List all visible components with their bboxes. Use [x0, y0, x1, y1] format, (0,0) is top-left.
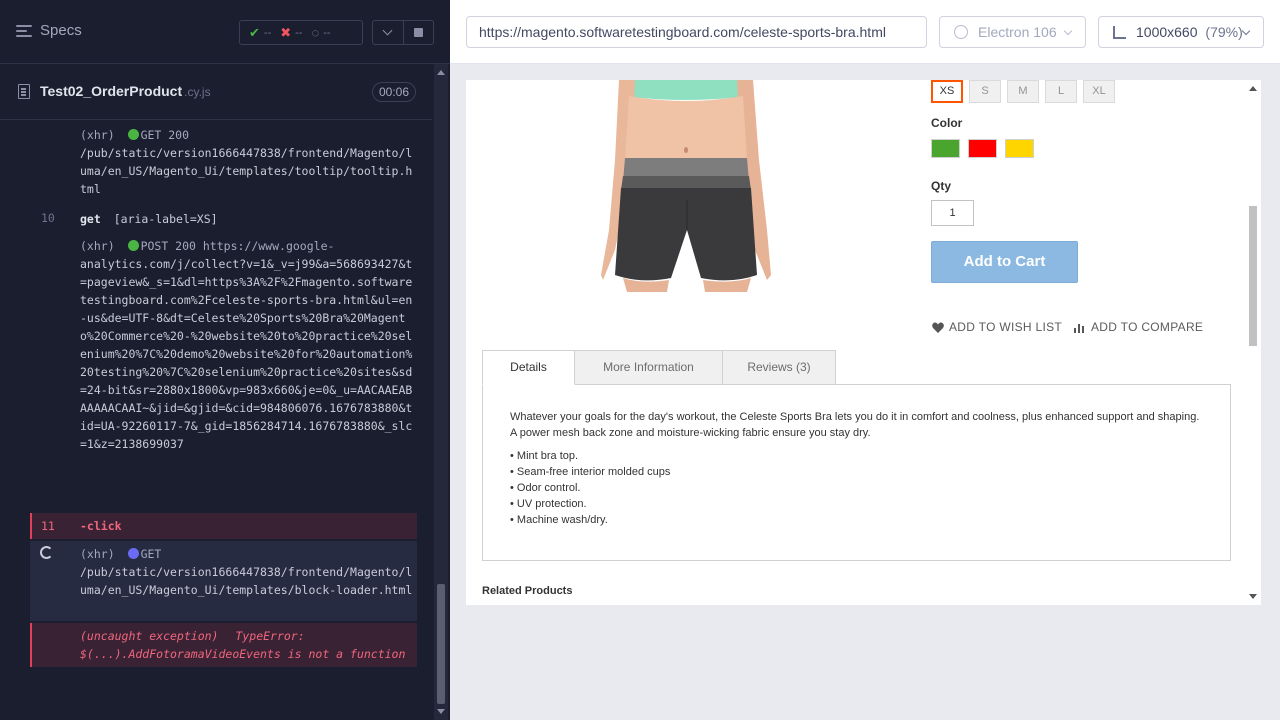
product-description: Whatever your goals for the day's workou…: [510, 411, 1200, 439]
xhr-url: /pub/static/version1666447838/frontend/M…: [80, 565, 413, 597]
error-type: TypeError:: [235, 629, 305, 643]
ruler-icon: [1113, 26, 1126, 39]
reporter-scrollbar[interactable]: [434, 64, 448, 720]
aut-header: https://magento.softwaretestingboard.com…: [450, 0, 1280, 64]
spec-name: Test02_OrderProduct .cy.js: [40, 83, 211, 99]
passed-count: --: [263, 26, 272, 39]
details-panel: Whatever your goals for the day's workou…: [482, 384, 1231, 561]
color-swatch-yellow[interactable]: [1005, 139, 1034, 158]
url-bar[interactable]: https://magento.softwaretestingboard.com…: [466, 16, 927, 48]
feature-item: • Mint bra top.: [510, 450, 579, 462]
x-icon: ✖: [280, 24, 292, 40]
aut-iframe: XS S M L XL Color Qty 1 Add to Cart ADD …: [466, 80, 1261, 605]
electron-icon: [954, 25, 968, 39]
spec-duration: 00:06: [371, 82, 416, 102]
command-click-failed[interactable]: 11 -click: [30, 513, 417, 539]
zoom-level: (79%): [1205, 24, 1243, 40]
command-log: (xhr) GET 200 /pub/static/version1666447…: [0, 120, 432, 680]
specs-button[interactable]: Specs: [16, 22, 82, 39]
compare-label: ADD TO COMPARE: [1091, 320, 1204, 334]
error-label: (uncaught exception): [80, 629, 219, 643]
pending-icon: ◌: [311, 25, 320, 40]
related-products-title: Related Products: [482, 585, 573, 597]
aut-scrollbar[interactable]: [1245, 80, 1261, 605]
heart-icon: [932, 322, 944, 333]
feature-item: • UV protection.: [510, 498, 587, 510]
scroll-up-icon: [1249, 86, 1257, 91]
color-options: [931, 139, 1034, 158]
failed-count: --: [295, 26, 303, 39]
product-image[interactable]: [601, 80, 771, 292]
spec-file-row[interactable]: Test02_OrderProduct .cy.js 00:06: [0, 64, 432, 120]
wishlist-label: ADD TO WISH LIST: [949, 320, 1063, 334]
command-args: [aria-label=XS]: [113, 212, 218, 226]
add-to-wishlist-link[interactable]: ADD TO WISH LIST: [932, 320, 1062, 334]
check-icon: ✔: [249, 24, 260, 40]
command-get[interactable]: 10 get [aria-label=XS]: [30, 208, 417, 230]
test-stats: ✔ -- ✖ -- ◌ --: [239, 20, 363, 45]
chevron-down-icon: [1241, 26, 1251, 36]
collapse-button[interactable]: [373, 21, 403, 44]
scrollbar-thumb[interactable]: [1249, 206, 1257, 346]
command-number: 10: [41, 211, 55, 225]
size-option-m[interactable]: M: [1007, 80, 1039, 103]
add-to-cart-button[interactable]: Add to Cart: [931, 241, 1078, 283]
size-option-xl[interactable]: XL: [1083, 80, 1115, 103]
tab-details[interactable]: Details: [482, 350, 575, 385]
command-number: 11: [41, 519, 55, 533]
chevron-down-icon: [382, 25, 393, 36]
scroll-down-icon: [437, 709, 445, 714]
reporter-header: Specs ✔ -- ✖ -- ◌ --: [0, 0, 450, 64]
tab-reviews[interactable]: Reviews (3): [722, 350, 836, 385]
qty-label: Qty: [931, 179, 952, 193]
command-xhr[interactable]: (xhr) GET 200 /pub/static/version1666447…: [30, 126, 417, 202]
browser-selector[interactable]: Electron 106: [939, 16, 1086, 48]
specs-label: Specs: [40, 22, 82, 39]
size-option-l[interactable]: L: [1045, 80, 1077, 103]
xhr-url: analytics.com/j/collect?v=1&_v=j99&a=568…: [80, 257, 413, 451]
command-xhr-pending[interactable]: (xhr) GET /pub/static/version1666447838/…: [30, 541, 417, 621]
tab-more-information[interactable]: More Information: [574, 350, 723, 385]
uncaught-exception[interactable]: (uncaught exception) TypeError: $(...).A…: [30, 623, 417, 667]
scroll-up-icon: [437, 70, 445, 75]
color-label: Color: [931, 116, 963, 130]
size-option-s[interactable]: S: [969, 80, 1001, 103]
size-option-xs[interactable]: XS: [931, 80, 963, 103]
add-to-compare-link[interactable]: ADD TO COMPARE: [1074, 320, 1203, 334]
stop-button[interactable]: [402, 21, 434, 44]
command-name: get: [80, 212, 101, 226]
feature-item: • Odor control.: [510, 482, 581, 494]
browser-label: Electron 106: [978, 24, 1057, 40]
viewport-selector[interactable]: 1000x660 (79%): [1098, 16, 1264, 48]
chevron-down-icon: [1063, 26, 1073, 36]
reporter-panel: Specs ✔ -- ✖ -- ◌ -- Test02_OrderProduct .cy…: [0, 0, 450, 720]
run-controls: [372, 20, 434, 45]
command-name: -click: [80, 519, 122, 533]
menu-icon: [16, 24, 32, 37]
scroll-down-icon: [1249, 594, 1257, 599]
spec-ext: .cy.js: [184, 85, 211, 99]
status-dot-icon: [127, 548, 139, 559]
color-swatch-green[interactable]: [931, 139, 960, 158]
command-xhr[interactable]: (xhr) POST 200 https://www.google- analy…: [30, 237, 417, 507]
feature-item: • Seam-free interior molded cups: [510, 466, 671, 478]
stop-icon: [413, 28, 423, 37]
xhr-url: /pub/static/version1666447838/frontend/M…: [80, 146, 413, 196]
loading-spinner-icon: [40, 546, 53, 559]
status-dot-icon: [127, 240, 139, 251]
viewport-size: 1000x660: [1136, 24, 1198, 40]
file-icon: [18, 84, 30, 99]
size-options: XS S M L XL: [931, 80, 1115, 103]
scrollbar-thumb[interactable]: [437, 584, 445, 704]
status-dot-icon: [127, 129, 139, 140]
compare-icon: [1074, 323, 1084, 333]
qty-input[interactable]: 1: [931, 200, 974, 226]
feature-item: • Machine wash/dry.: [510, 514, 608, 526]
pending-count: --: [323, 26, 331, 39]
error-message: $(...).AddFotoramaVideoEvents is not a f…: [80, 647, 406, 661]
color-swatch-red[interactable]: [968, 139, 997, 158]
